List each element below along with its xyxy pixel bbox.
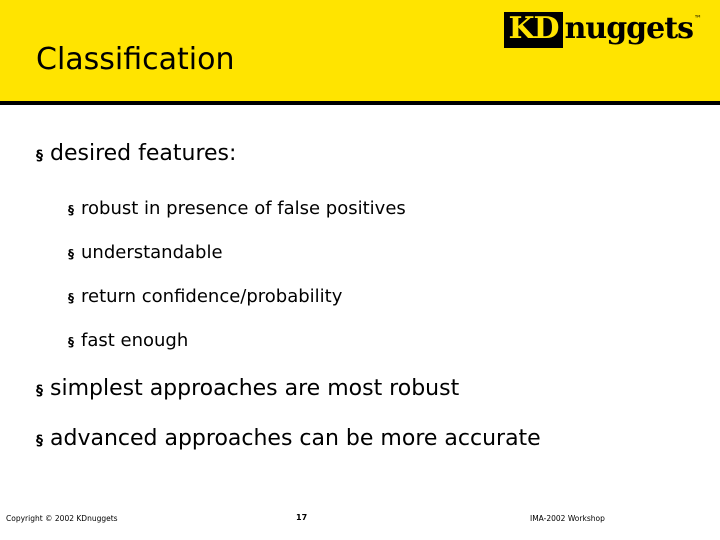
logo-kd-text: KD: [504, 12, 563, 48]
footer-copyright: Copyright © 2002 KDnuggets: [6, 514, 118, 523]
bullet-marker-icon: §: [68, 203, 74, 217]
bullet-marker-icon: §: [36, 433, 43, 449]
slide: Classification KD nuggets ™ § desired fe…: [0, 0, 720, 540]
bullet-item: § return confidence/probability: [68, 286, 342, 307]
bullet-item: § fast enough: [68, 330, 188, 351]
bullet-marker-icon: §: [36, 148, 43, 164]
bullet-text: fast enough: [81, 330, 189, 351]
bullet-text: desired features:: [50, 141, 237, 166]
slide-body: § desired features: § robust in presence…: [0, 105, 720, 485]
bullet-item: § simplest approaches are most robust: [36, 376, 459, 401]
logo-trademark-icon: ™: [694, 14, 702, 23]
kdnuggets-logo: KD nuggets ™: [504, 12, 702, 58]
bullet-marker-icon: §: [68, 291, 74, 305]
bullet-marker-icon: §: [68, 335, 74, 349]
footer-workshop-label: IMA-2002 Workshop: [530, 514, 605, 523]
bullet-item: § desired features:: [36, 141, 236, 166]
bullet-item: § understandable: [68, 242, 223, 263]
bullet-text: understandable: [81, 242, 223, 263]
bullet-text: advanced approaches can be more accurate: [50, 426, 541, 451]
footer-page-number: 17: [296, 513, 308, 522]
page-title: Classification: [36, 42, 235, 77]
bullet-marker-icon: §: [68, 247, 74, 261]
title-banner: Classification KD nuggets ™: [0, 0, 720, 105]
bullet-text: simplest approaches are most robust: [50, 376, 460, 401]
bullet-text: return confidence/probability: [81, 286, 343, 307]
logo-nuggets-text: nuggets: [564, 11, 694, 46]
bullet-item: § robust in presence of false positives: [68, 198, 406, 219]
bullet-text: robust in presence of false positives: [81, 198, 406, 219]
bullet-item: § advanced approaches can be more accura…: [36, 426, 541, 451]
bullet-marker-icon: §: [36, 383, 43, 399]
